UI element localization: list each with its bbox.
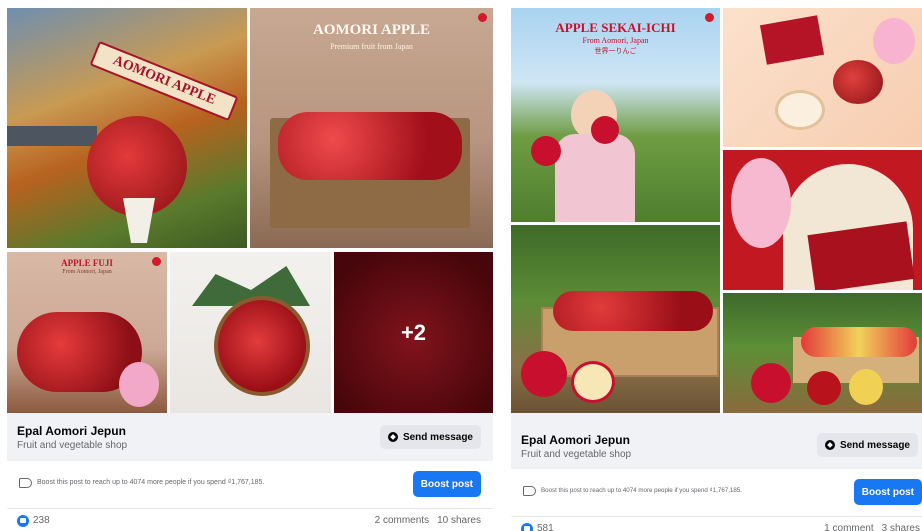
like-reaction-icon[interactable] xyxy=(521,523,533,531)
whole-apple xyxy=(521,351,567,397)
comments-count[interactable]: 1 comment xyxy=(824,523,873,531)
apple-basket xyxy=(214,296,310,396)
boost-description: Boost this post to reach up to 4074 more… xyxy=(37,479,265,486)
tile-japanese-text: 世界一りんご xyxy=(594,47,637,55)
yellow-apple xyxy=(849,369,883,405)
crate-apples xyxy=(553,291,713,331)
tile-subtitle: Premium fruit from Japan xyxy=(330,42,413,51)
blossom-shape xyxy=(731,158,791,248)
page-info-row: Epal Aomori Jepun Fruit and vegetable sh… xyxy=(511,413,922,469)
post-2: APPLE SEKAI-ICHI From Aomori, Japan 世界一り… xyxy=(511,8,922,531)
send-message-button[interactable]: Send message xyxy=(816,433,918,457)
page-name[interactable]: Epal Aomori Jepun xyxy=(521,433,630,447)
reaction-count[interactable]: 238 xyxy=(33,515,50,526)
apple-right-hand xyxy=(591,116,619,144)
engagement-stats: 581 1 comment 3 shares xyxy=(511,517,922,531)
post-1: AOMORI APPLE AOMORI APPLE Premium fruit … xyxy=(7,8,493,531)
boost-row: Boost this post to reach up to 4074 more… xyxy=(511,469,922,517)
shares-count[interactable]: 3 shares xyxy=(882,523,920,531)
page-category: Fruit and vegetable shop xyxy=(521,449,632,460)
photo-mixed-apples[interactable] xyxy=(723,293,922,413)
boost-post-button[interactable]: Boost post xyxy=(412,471,481,497)
boost-row: Boost this post to reach up to 4074 more… xyxy=(7,461,493,509)
megaphone-icon xyxy=(19,478,32,488)
photo-collage[interactable]: AOMORI APPLE AOMORI APPLE Premium fruit … xyxy=(7,8,493,413)
tile-title: APPLE SEKAI-ICHI xyxy=(555,20,676,35)
tile-title: APPLE FUJI xyxy=(61,258,113,268)
apple-half xyxy=(571,361,615,403)
photo-more-apples[interactable]: +2 xyxy=(334,252,493,413)
reaction-count[interactable]: 581 xyxy=(537,523,554,531)
comments-count[interactable]: 2 comments xyxy=(375,515,429,526)
send-message-icon xyxy=(824,440,835,450)
photo-crate-apples[interactable] xyxy=(511,225,720,413)
apple-left-hand xyxy=(531,136,561,166)
whole-apple xyxy=(807,371,841,405)
send-message-label: Send message xyxy=(839,439,910,451)
photo-aomori-box[interactable]: AOMORI APPLE Premium fruit from Japan xyxy=(250,8,493,248)
page-info-row: Epal Aomori Jepun Fruit and vegetable sh… xyxy=(7,413,493,461)
photo-aomori-ribbon[interactable]: AOMORI APPLE xyxy=(7,8,247,248)
megaphone-icon xyxy=(523,486,536,496)
page-category: Fruit and vegetable shop xyxy=(17,440,128,451)
photo-red-backdrop[interactable] xyxy=(723,150,922,290)
blossom-shape xyxy=(119,362,159,407)
child-dress xyxy=(555,134,635,222)
apple-slices-plate xyxy=(775,90,825,130)
brand-logo-icon xyxy=(478,13,487,22)
photo-collage[interactable]: APPLE SEKAI-ICHI From Aomori, Japan 世界一り… xyxy=(511,8,922,413)
blossom-shape xyxy=(873,18,915,64)
send-message-icon xyxy=(387,432,398,442)
shares-count[interactable]: 10 shares xyxy=(437,515,481,526)
photo-sekai-ichi[interactable]: APPLE SEKAI-ICHI From Aomori, Japan 世界一り… xyxy=(511,8,720,222)
whole-apple xyxy=(751,363,791,403)
engagement-stats: 238 2 comments 10 shares xyxy=(7,509,493,531)
page-name[interactable]: Epal Aomori Jepun xyxy=(17,424,126,438)
bridge-shape xyxy=(7,126,97,146)
crate-apples xyxy=(801,327,917,357)
send-message-label: Send message xyxy=(402,431,473,443)
more-photos-count: +2 xyxy=(334,252,493,413)
tile-subtitle: From Aomori, Japan xyxy=(582,36,649,45)
photo-apple-basket[interactable] xyxy=(170,252,331,413)
apple-bowl xyxy=(833,60,883,104)
like-reaction-icon[interactable] xyxy=(17,515,29,527)
tile-title: AOMORI APPLE xyxy=(312,22,431,38)
tile-subtitle: From Aomori, Japan xyxy=(62,269,112,275)
boost-description: Boost this post to reach up to 4074 more… xyxy=(541,487,742,494)
send-message-button[interactable]: Send message xyxy=(379,425,481,449)
apples-in-box xyxy=(278,112,462,180)
photo-gift-wrap[interactable] xyxy=(723,8,922,147)
photo-apple-fuji[interactable]: APPLE FUJI From Aomori, Japan xyxy=(7,252,167,413)
boost-post-button[interactable]: Boost post xyxy=(853,479,922,505)
